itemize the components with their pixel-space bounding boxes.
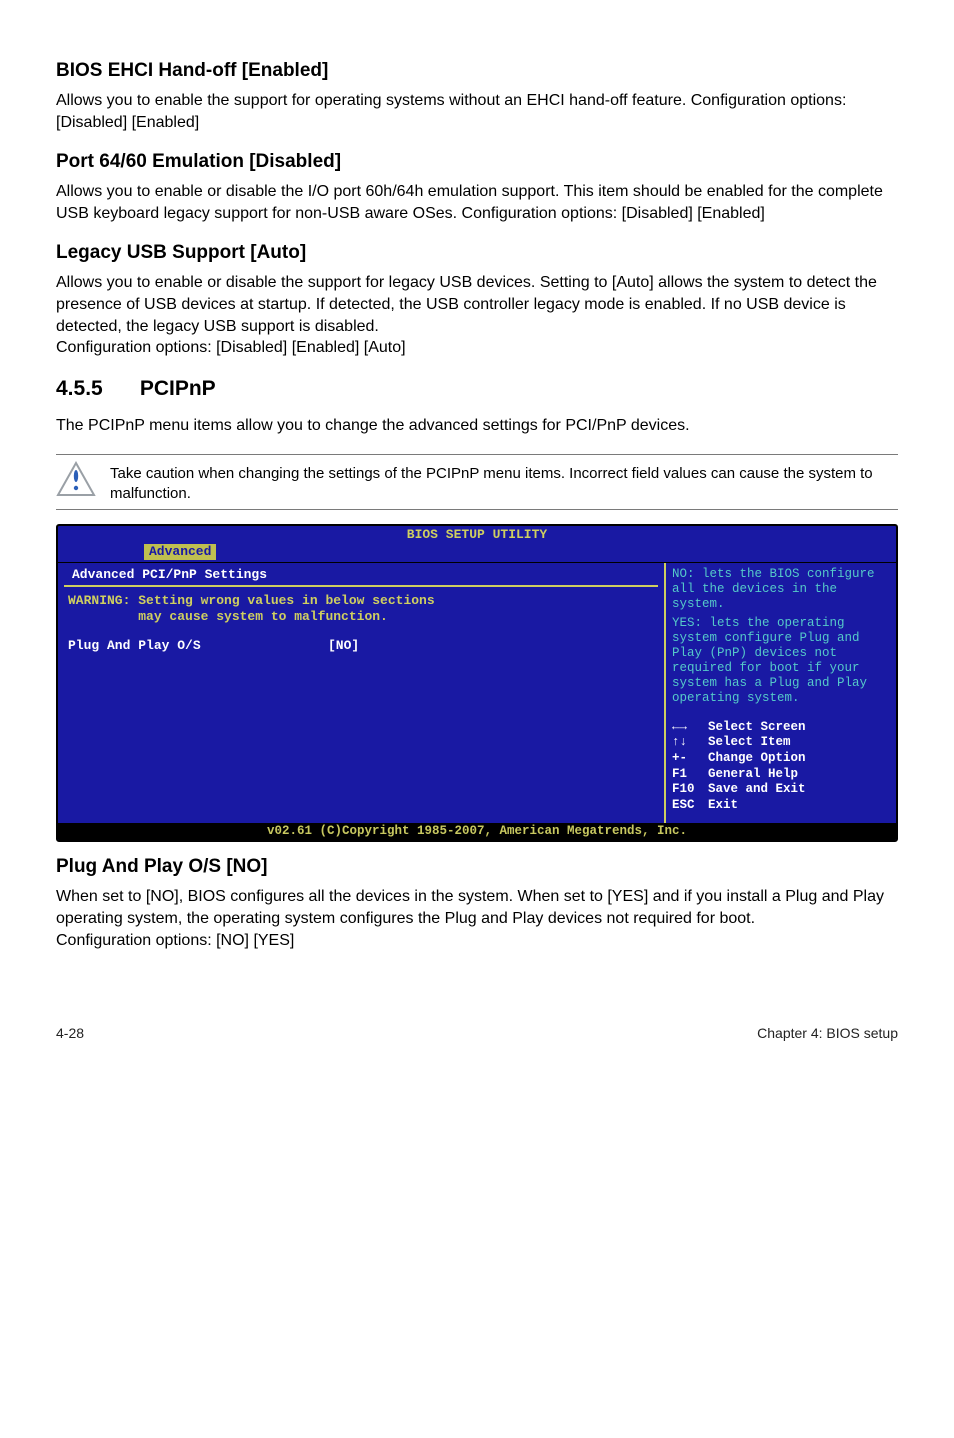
para-legacy-usb: Allows you to enable or disable the supp… — [56, 272, 898, 358]
key-pm-text: Change Option — [708, 751, 806, 765]
caution-callout: Take caution when changing the settings … — [56, 454, 898, 510]
heading-port6460: Port 64/60 Emulation [Disabled] — [56, 151, 898, 173]
heading-legacy-usb: Legacy USB Support [Auto] — [56, 242, 898, 264]
bios-title: BIOS SETUP UTILITY — [58, 526, 896, 543]
key-esc-text: Exit — [708, 798, 738, 812]
bios-help-2: YES: lets the operating system configure… — [672, 616, 890, 706]
section-title: PCIPnP — [140, 377, 216, 400]
bios-left-pane: Advanced PCI/PnP Settings WARNING: Setti… — [58, 563, 666, 823]
key-lr-text: Select Screen — [708, 720, 806, 734]
bios-right-pane: NO: lets the BIOS configure all the devi… — [666, 563, 896, 823]
page-number: 4-28 — [56, 1025, 84, 1041]
page-footer: 4-28 Chapter 4: BIOS setup — [56, 1021, 898, 1041]
key-f1-text: General Help — [708, 767, 798, 781]
bios-tab-row: Advanced — [58, 544, 896, 562]
bios-setting-label: Plug And Play O/S — [68, 638, 328, 654]
key-f10: F10 — [672, 782, 708, 798]
bios-help-1: NO: lets the BIOS configure all the devi… — [672, 567, 890, 612]
bios-warn-1: WARNING: Setting wrong values in below s… — [68, 593, 654, 609]
section-intro: The PCIPnP menu items allow you to chang… — [56, 415, 898, 437]
key-f1: F1 — [672, 767, 708, 783]
bios-setting-value: [NO] — [328, 638, 359, 654]
section-heading-pcipnp: 4.5.5 PCIPnP — [56, 377, 898, 401]
heading-plug-play: Plug And Play O/S [NO] — [56, 856, 898, 878]
key-ud-text: Select Item — [708, 735, 791, 749]
heading-bios-ehci: BIOS EHCI Hand-off [Enabled] — [56, 60, 898, 82]
key-ud: ↑↓ — [672, 735, 708, 751]
para-bios-ehci: Allows you to enable the support for ope… — [56, 90, 898, 133]
para-plug-play-2: Configuration options: [NO] [YES] — [56, 932, 294, 949]
bios-keys: ←→Select Screen ↑↓Select Item +-Change O… — [672, 720, 890, 814]
bios-left-content: WARNING: Setting wrong values in below s… — [60, 587, 662, 660]
chapter-label: Chapter 4: BIOS setup — [757, 1025, 898, 1041]
para-legacy-usb-1: Allows you to enable or disable the supp… — [56, 274, 877, 334]
key-f10-text: Save and Exit — [708, 782, 806, 796]
caution-text: Take caution when changing the settings … — [110, 461, 898, 503]
bios-screenshot: BIOS SETUP UTILITY Advanced Advanced PCI… — [56, 524, 898, 842]
key-lr: ←→ — [672, 720, 708, 736]
section-number: 4.5.5 — [56, 377, 134, 401]
bios-body: Advanced PCI/PnP Settings WARNING: Setti… — [58, 562, 896, 823]
para-plug-play-1: When set to [NO], BIOS configures all th… — [56, 888, 884, 927]
bios-setting-row: Plug And Play O/S [NO] — [68, 638, 654, 654]
para-port6460: Allows you to enable or disable the I/O … — [56, 181, 898, 224]
key-pm: +- — [672, 751, 708, 767]
para-legacy-usb-2: Configuration options: [Disabled] [Enabl… — [56, 339, 406, 356]
key-esc: ESC — [672, 798, 708, 814]
bios-footer: v02.61 (C)Copyright 1985-2007, American … — [58, 823, 896, 841]
bios-warn-2: may cause system to malfunction. — [68, 609, 654, 625]
caution-icon — [56, 461, 96, 502]
bios-tab-advanced: Advanced — [144, 544, 216, 560]
bios-left-header: Advanced PCI/PnP Settings — [64, 565, 658, 587]
para-plug-play: When set to [NO], BIOS configures all th… — [56, 886, 898, 951]
